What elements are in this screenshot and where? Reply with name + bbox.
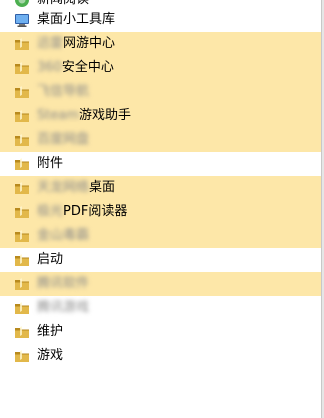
app-icon — [14, 0, 30, 8]
menu-item-startup[interactable]: 启动 — [0, 248, 321, 272]
menu-item-partial[interactable]: 新闻阅读 — [0, 0, 321, 8]
menu-item-pdf-reader[interactable]: 极光PDF阅读器 — [0, 200, 321, 224]
folder-icon — [14, 108, 30, 124]
menu-item-blurred-2[interactable]: 百度网盘 — [0, 128, 321, 152]
menu-item-label: 金山毒霸 — [37, 228, 89, 244]
folder-icon — [14, 180, 30, 196]
menu-item-label: Steam游戏助手 — [37, 108, 131, 124]
folder-icon — [14, 228, 30, 244]
menu-item-blurred-3[interactable]: 金山毒霸 — [0, 224, 321, 248]
redacted-text: 飞信导航 — [37, 84, 90, 99]
folder-icon — [14, 300, 30, 316]
folder-icon — [14, 276, 30, 292]
menu-item-desktop[interactable]: 天龙网络桌面 — [0, 176, 321, 200]
menu-item-label: 迅雷网游中心 — [37, 36, 115, 52]
menu-item-label: 桌面小工具库 — [37, 12, 115, 28]
menu-item-label: 极光PDF阅读器 — [37, 204, 127, 220]
menu-item-label: 维护 — [37, 324, 63, 340]
menu-item-blurred-4[interactable]: 腾讯软件 — [0, 272, 321, 296]
menu-item-label: 附件 — [37, 156, 63, 172]
folder-icon — [14, 252, 30, 268]
menu-item-label: 360安全中心 — [37, 60, 114, 76]
redacted-text: 百度网盘 — [37, 132, 90, 147]
folder-icon — [14, 60, 30, 76]
start-menu-programs: 新闻阅读 桌面小工具库迅雷网游中心360安全中心飞信导航Steam游戏助手百度网… — [0, 0, 321, 418]
folder-icon — [14, 36, 30, 52]
redacted-text: 极光 — [37, 204, 64, 219]
folder-icon — [14, 132, 30, 148]
redacted-text: 腾讯软件 — [37, 276, 90, 291]
redacted-text: 金山毒霸 — [37, 228, 90, 243]
folder-icon — [14, 324, 30, 340]
folder-icon — [14, 348, 30, 364]
menu-item-label: 飞信导航 — [37, 84, 89, 100]
redacted-text: 腾讯游戏 — [37, 300, 90, 315]
menu-item-label: 腾讯软件 — [37, 276, 89, 292]
window-icon — [14, 12, 30, 28]
menu-item-label: 游戏 — [37, 348, 63, 364]
menu-item-security-center[interactable]: 360安全中心 — [0, 56, 321, 80]
label-text: 安全中心 — [61, 60, 114, 75]
label-text: 桌面小工具库 — [37, 12, 116, 27]
menu-item-maintenance[interactable]: 维护 — [0, 320, 321, 344]
label-text: PDF阅读器 — [63, 204, 128, 219]
menu-item-label: 启动 — [37, 252, 63, 268]
folder-icon — [14, 156, 30, 172]
redacted-text: Steam — [37, 108, 79, 123]
folder-icon — [14, 204, 30, 220]
redacted-text: 迅雷 — [37, 36, 64, 51]
label-text: 维护 — [37, 324, 64, 339]
menu-item-label: 百度网盘 — [37, 132, 89, 148]
label-text: 游戏助手 — [78, 108, 131, 123]
menu-item-blurred-5[interactable]: 腾讯游戏 — [0, 296, 321, 320]
label-text: 桌面 — [89, 180, 116, 195]
label-text: 附件 — [37, 156, 64, 171]
menu-item-game-center[interactable]: 迅雷网游中心 — [0, 32, 321, 56]
menu-item-games[interactable]: 游戏 — [0, 344, 321, 368]
menu-item-accessories[interactable]: 附件 — [0, 152, 321, 176]
menu-item-desktop-tools[interactable]: 桌面小工具库 — [0, 8, 321, 32]
label-text: 游戏 — [37, 348, 64, 363]
menu-item-label: 新闻阅读 — [37, 0, 89, 8]
menu-item-label: 天龙网络桌面 — [37, 180, 115, 196]
label-text: 网游中心 — [63, 36, 116, 51]
menu-item-label: 腾讯游戏 — [37, 300, 89, 316]
menu-item-game-assistant[interactable]: Steam游戏助手 — [0, 104, 321, 128]
redacted-text: 天龙网络 — [37, 180, 90, 195]
menu-item-blurred-1[interactable]: 飞信导航 — [0, 80, 321, 104]
label-text: 启动 — [37, 252, 64, 267]
folder-icon — [14, 84, 30, 100]
redacted-text: 360 — [37, 60, 62, 75]
